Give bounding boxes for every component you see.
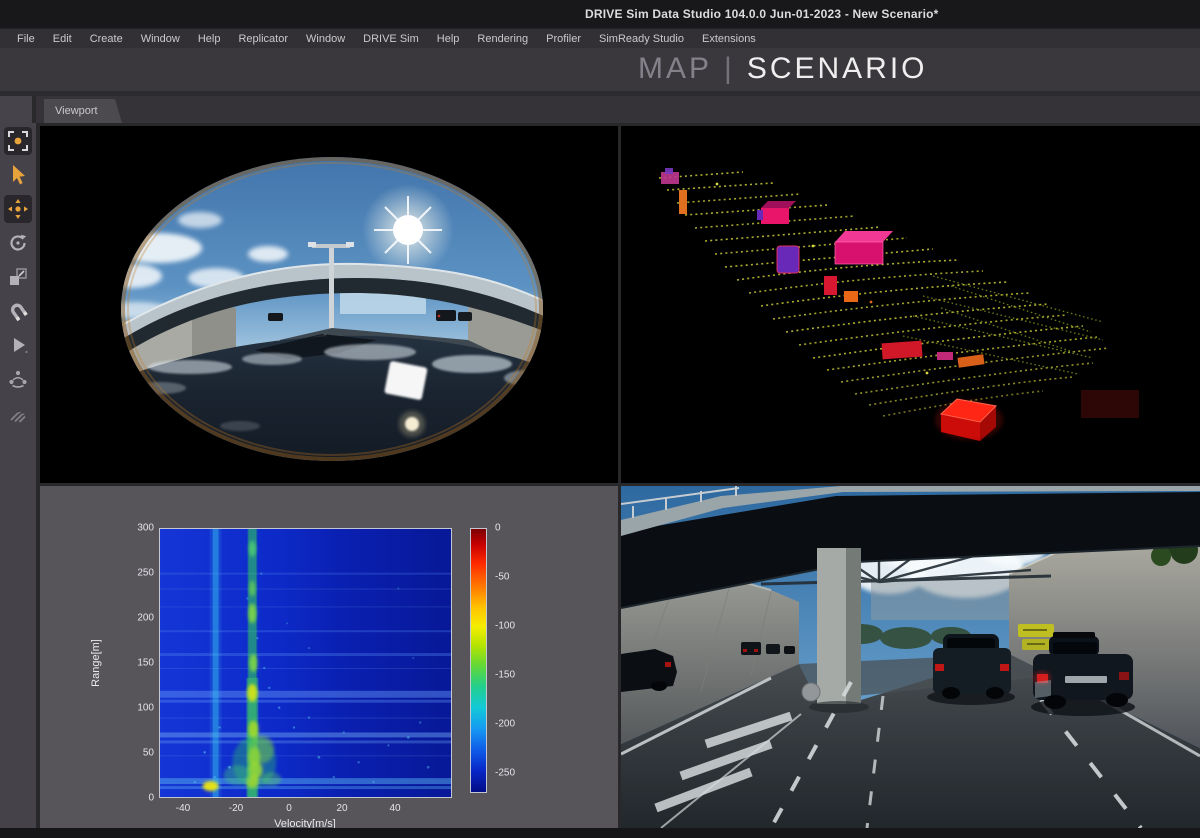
colorbar-tick-n100: -100 xyxy=(495,621,515,632)
menu-window[interactable]: Window xyxy=(132,33,189,45)
menubar: File Edit Create Window Help Replicator … xyxy=(0,28,1200,48)
menu-profiler[interactable]: Profiler xyxy=(537,33,590,45)
radar-ytick-200: 200 xyxy=(124,613,154,624)
police-lightbar xyxy=(1053,632,1095,638)
physics-forces-button[interactable] xyxy=(4,365,32,393)
radar-heatmap-image xyxy=(160,529,451,797)
vehicle-left-edge xyxy=(621,649,677,692)
colorbar-tick-n150: -150 xyxy=(495,670,515,681)
play-icon xyxy=(6,333,30,357)
radar-ylabel: Range[m] xyxy=(90,639,102,687)
radar-ytick-50: 50 xyxy=(124,748,154,759)
cursor-select-icon xyxy=(6,163,30,187)
colorbar-tick-n200: -200 xyxy=(495,719,515,730)
sun xyxy=(362,184,454,276)
lidar-point-cloud-view[interactable] xyxy=(621,126,1200,483)
menu-file[interactable]: File xyxy=(8,33,44,45)
menu-window-2[interactable]: Window xyxy=(297,33,354,45)
window-title: DRIVE Sim Data Studio 104.0.0 Jun-01-202… xyxy=(585,7,939,21)
mode-scenario-label[interactable]: SCENARIO xyxy=(747,52,928,86)
colorbar-tick-0: 0 xyxy=(495,523,501,534)
front-camera-image xyxy=(621,486,1200,828)
move-tool-icon xyxy=(6,197,30,221)
fisheye-camera-view[interactable] xyxy=(40,126,618,483)
radar-ytick-150: 150 xyxy=(124,658,154,669)
select-tool-button[interactable] xyxy=(4,161,32,189)
left-toolbar xyxy=(0,123,36,828)
radar-ytick-0: 0 xyxy=(124,793,154,804)
lidar-point-cloud-image xyxy=(621,126,1200,483)
snap-tool-button[interactable] xyxy=(4,297,32,325)
tab-viewport[interactable]: Viewport xyxy=(44,99,122,123)
fisheye-camera-image xyxy=(40,126,618,483)
tab-viewport-label: Viewport xyxy=(55,105,98,117)
menu-create[interactable]: Create xyxy=(81,33,132,45)
mode-header: MAP | SCENARIO xyxy=(0,48,1200,96)
wind-trail-icon xyxy=(6,401,30,425)
menu-drive-sim[interactable]: DRIVE Sim xyxy=(354,33,428,45)
rotate-tool-button[interactable] xyxy=(4,229,32,257)
radar-xlabel: Velocity[m/s] xyxy=(274,818,336,828)
play-button[interactable] xyxy=(4,331,32,359)
menu-extensions[interactable]: Extensions xyxy=(693,33,765,45)
colorbar-tick-n250: -250 xyxy=(495,768,515,779)
bottom-edge-bar xyxy=(0,828,1200,838)
mode-map-label[interactable]: MAP xyxy=(638,52,712,86)
radar-ytick-250: 250 xyxy=(124,568,154,579)
menu-help[interactable]: Help xyxy=(189,33,230,45)
radar-heatmap xyxy=(159,528,452,798)
wind-trail-button[interactable] xyxy=(4,399,32,427)
move-tool-button[interactable] xyxy=(4,195,32,223)
menu-help-2[interactable]: Help xyxy=(428,33,469,45)
radar-ytick-300: 300 xyxy=(124,523,154,534)
radar-spectrum-panel[interactable]: 300 250 200 150 100 50 0 -40 -20 0 20 40… xyxy=(40,486,618,828)
front-camera-view[interactable] xyxy=(621,486,1200,828)
distant-buildings xyxy=(871,578,1031,620)
snap-magnet-icon xyxy=(6,299,30,323)
radar-xtick-n20: -20 xyxy=(229,803,243,814)
focus-frame-icon xyxy=(6,129,30,153)
menu-replicator[interactable]: Replicator xyxy=(229,33,297,45)
radar-xtick-0: 0 xyxy=(286,803,292,814)
window-titlebar: DRIVE Sim Data Studio 104.0.0 Jun-01-202… xyxy=(0,0,1200,28)
mode-divider: | xyxy=(724,52,735,86)
radar-xtick-20: 20 xyxy=(336,803,347,814)
rotate-tool-icon xyxy=(6,231,30,255)
scale-tool-button[interactable] xyxy=(4,263,32,291)
physics-forces-icon xyxy=(6,367,30,391)
menu-rendering[interactable]: Rendering xyxy=(468,33,537,45)
focus-frame-button[interactable] xyxy=(4,127,32,155)
viewport-tabbar: Viewport xyxy=(0,96,1200,123)
colorbar-tick-n50: -50 xyxy=(495,572,509,583)
viewport-panel: 300 250 200 150 100 50 0 -40 -20 0 20 40… xyxy=(36,123,1200,828)
radar-ytick-100: 100 xyxy=(124,703,154,714)
radar-colorbar xyxy=(470,528,487,793)
menu-edit[interactable]: Edit xyxy=(44,33,81,45)
radar-xtick-40: 40 xyxy=(389,803,400,814)
scale-tool-icon xyxy=(6,265,30,289)
menu-simready-studio[interactable]: SimReady Studio xyxy=(590,33,693,45)
toolbar-corner xyxy=(0,96,36,123)
radar-xtick-n40: -40 xyxy=(176,803,190,814)
